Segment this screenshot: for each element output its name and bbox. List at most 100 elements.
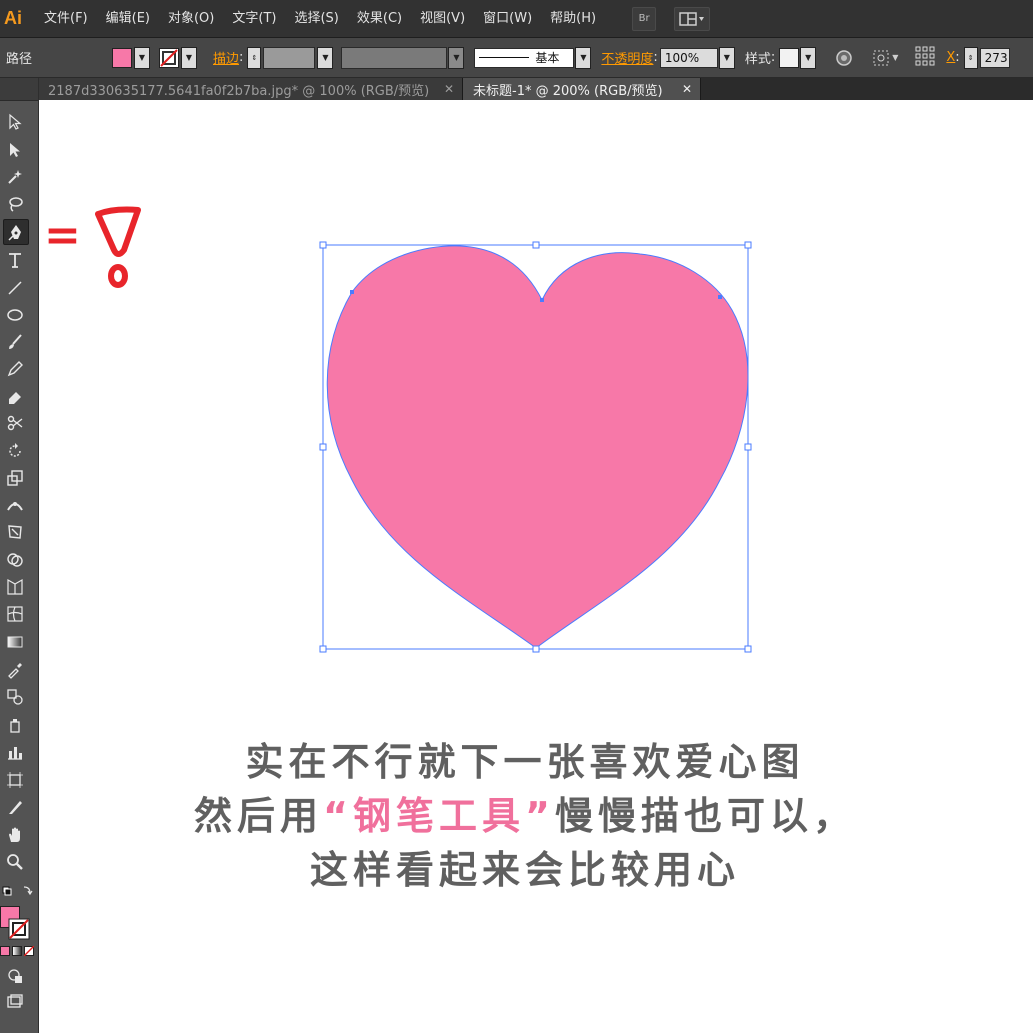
opacity-field[interactable]: 100% bbox=[659, 47, 718, 68]
menu-file[interactable]: 文件(F) bbox=[36, 0, 96, 37]
style-label: 样式 bbox=[744, 52, 771, 67]
menu-type[interactable]: 文字(T) bbox=[224, 0, 284, 37]
shape-builder-tool[interactable] bbox=[3, 548, 27, 572]
pencil-tool[interactable] bbox=[3, 357, 27, 381]
stroke-weight-stepper[interactable]: ⇕ bbox=[247, 46, 262, 69]
slice-tool[interactable] bbox=[3, 795, 27, 819]
eraser-tool[interactable] bbox=[3, 384, 27, 408]
close-icon[interactable]: ✕ bbox=[682, 82, 692, 96]
close-icon[interactable]: ✕ bbox=[444, 82, 454, 96]
variable-width-dropdown[interactable]: ▼ bbox=[448, 46, 465, 69]
direct-selection-tool[interactable] bbox=[3, 138, 27, 162]
graphic-style-dropdown[interactable]: ▼ bbox=[800, 46, 817, 69]
width-tool[interactable] bbox=[3, 493, 27, 517]
graphic-style-control[interactable]: ▼ bbox=[779, 46, 817, 69]
fill-stroke-selector[interactable] bbox=[0, 904, 34, 940]
resize-handle-bottom-right[interactable] bbox=[744, 645, 752, 653]
align-options-button[interactable]: ▼ bbox=[872, 49, 898, 67]
pencil-icon bbox=[7, 361, 23, 377]
ellipse-tool[interactable] bbox=[3, 303, 27, 327]
blend-tool[interactable] bbox=[3, 685, 27, 709]
pen-tool[interactable] bbox=[3, 219, 29, 245]
menu-help[interactable]: 帮助(H) bbox=[542, 0, 604, 37]
anchor-point[interactable] bbox=[350, 290, 354, 294]
x-stepper[interactable]: ⇕ bbox=[963, 46, 978, 69]
graphic-style-swatch[interactable] bbox=[779, 47, 800, 68]
resize-handle-top-left[interactable] bbox=[319, 241, 327, 249]
magic-wand-tool[interactable] bbox=[3, 165, 27, 189]
menu-select[interactable]: 选择(S) bbox=[286, 0, 346, 37]
screen-mode-button[interactable] bbox=[3, 990, 27, 1014]
caption-line-2: 然后用“钢笔工具”慢慢描也可以， bbox=[150, 789, 900, 843]
anchor-point[interactable] bbox=[718, 295, 722, 299]
swap-default-colors[interactable] bbox=[2, 884, 36, 898]
resize-handle-left[interactable] bbox=[319, 443, 327, 451]
symbol-sprayer-tool[interactable] bbox=[3, 713, 27, 737]
stroke-color-control[interactable]: ▼ bbox=[159, 46, 197, 69]
lasso-icon bbox=[9, 197, 23, 212]
color-button[interactable] bbox=[0, 946, 10, 956]
resize-handle-right[interactable] bbox=[744, 443, 752, 451]
free-transform-tool[interactable] bbox=[3, 520, 27, 544]
variable-width-field[interactable] bbox=[341, 46, 448, 69]
none-button[interactable] bbox=[24, 946, 34, 956]
hand-tool[interactable] bbox=[3, 823, 27, 847]
artboard-tool[interactable] bbox=[3, 768, 27, 792]
resize-handle-bottom[interactable] bbox=[532, 645, 540, 653]
gradient-tool[interactable] bbox=[3, 630, 27, 654]
menu-window[interactable]: 窗口(W) bbox=[475, 0, 540, 37]
scissors-tool[interactable] bbox=[3, 411, 27, 435]
stroke-weight-control[interactable]: ⇕ ▼ bbox=[247, 46, 334, 69]
column-graph-tool[interactable] bbox=[3, 740, 27, 764]
resize-handle-top-right[interactable] bbox=[744, 241, 752, 249]
stroke-dropdown[interactable]: ▼ bbox=[181, 46, 197, 69]
fill-swatch[interactable] bbox=[112, 47, 132, 68]
anchor-point[interactable] bbox=[540, 298, 544, 302]
fill-color-control[interactable]: ▼ bbox=[112, 46, 150, 69]
selection-tool[interactable] bbox=[3, 110, 27, 134]
menu-bar: Ai 文件(F) 编辑(E) 对象(O) 文字(T) 选择(S) 效果(C) 视… bbox=[0, 0, 1033, 38]
lasso-tool[interactable] bbox=[3, 192, 27, 216]
x-label[interactable]: X bbox=[946, 50, 955, 65]
mesh-tool[interactable] bbox=[3, 602, 27, 626]
arrange-documents-button[interactable] bbox=[674, 6, 711, 31]
opacity-label[interactable]: 不透明度 bbox=[601, 48, 653, 67]
reference-point-button[interactable] bbox=[914, 45, 936, 71]
resize-handle-bottom-left[interactable] bbox=[319, 645, 327, 653]
eyedropper-tool[interactable] bbox=[3, 658, 27, 682]
brush-definition-control[interactable]: 基本 ▼ bbox=[474, 46, 592, 69]
fill-dropdown[interactable]: ▼ bbox=[134, 46, 150, 69]
zoom-tool[interactable] bbox=[3, 850, 27, 874]
brush-definition-field[interactable]: 基本 bbox=[474, 47, 575, 68]
menu-object[interactable]: 对象(O) bbox=[160, 0, 222, 37]
stroke-weight-dropdown[interactable]: ▼ bbox=[317, 46, 334, 69]
panel-grip[interactable] bbox=[0, 78, 38, 101]
perspective-grid-tool[interactable] bbox=[3, 575, 27, 599]
x-field[interactable]: 273 bbox=[979, 47, 1010, 68]
stroke-none-box[interactable] bbox=[8, 918, 30, 940]
resize-handle-top[interactable] bbox=[532, 241, 540, 249]
draw-mode-button[interactable] bbox=[3, 964, 27, 988]
type-tool[interactable] bbox=[3, 248, 27, 272]
brush-definition-dropdown[interactable]: ▼ bbox=[575, 46, 592, 69]
menu-view[interactable]: 视图(V) bbox=[412, 0, 473, 37]
heart-shape[interactable] bbox=[326, 245, 749, 649]
bridge-button[interactable]: Br bbox=[632, 6, 657, 31]
document-tab-jpg[interactable]: 2187d330635177.5641fa0f2b7ba.jpg* @ 100%… bbox=[38, 78, 463, 100]
opacity-dropdown[interactable]: ▼ bbox=[718, 46, 735, 69]
stroke-weight-field[interactable] bbox=[263, 46, 316, 69]
scale-tool[interactable] bbox=[3, 466, 27, 490]
stroke-label[interactable]: 描边 bbox=[213, 48, 239, 67]
menu-effect[interactable]: 效果(C) bbox=[349, 0, 410, 37]
rotate-tool[interactable] bbox=[3, 439, 27, 463]
reference-point-icon bbox=[915, 46, 935, 65]
gradient-button[interactable] bbox=[12, 946, 22, 956]
variable-width-control[interactable]: ▼ bbox=[341, 46, 465, 69]
no-stroke-swatch[interactable] bbox=[159, 47, 179, 68]
menu-edit[interactable]: 编辑(E) bbox=[98, 0, 158, 37]
paintbrush-tool[interactable] bbox=[3, 330, 27, 354]
opacity-control[interactable]: 100% ▼ bbox=[659, 46, 735, 69]
document-tab-untitled[interactable]: 未标题-1* @ 200% (RGB/预览) ✕ bbox=[463, 78, 701, 100]
line-segment-tool[interactable] bbox=[3, 276, 27, 300]
recolor-artwork-button[interactable] bbox=[834, 48, 854, 68]
